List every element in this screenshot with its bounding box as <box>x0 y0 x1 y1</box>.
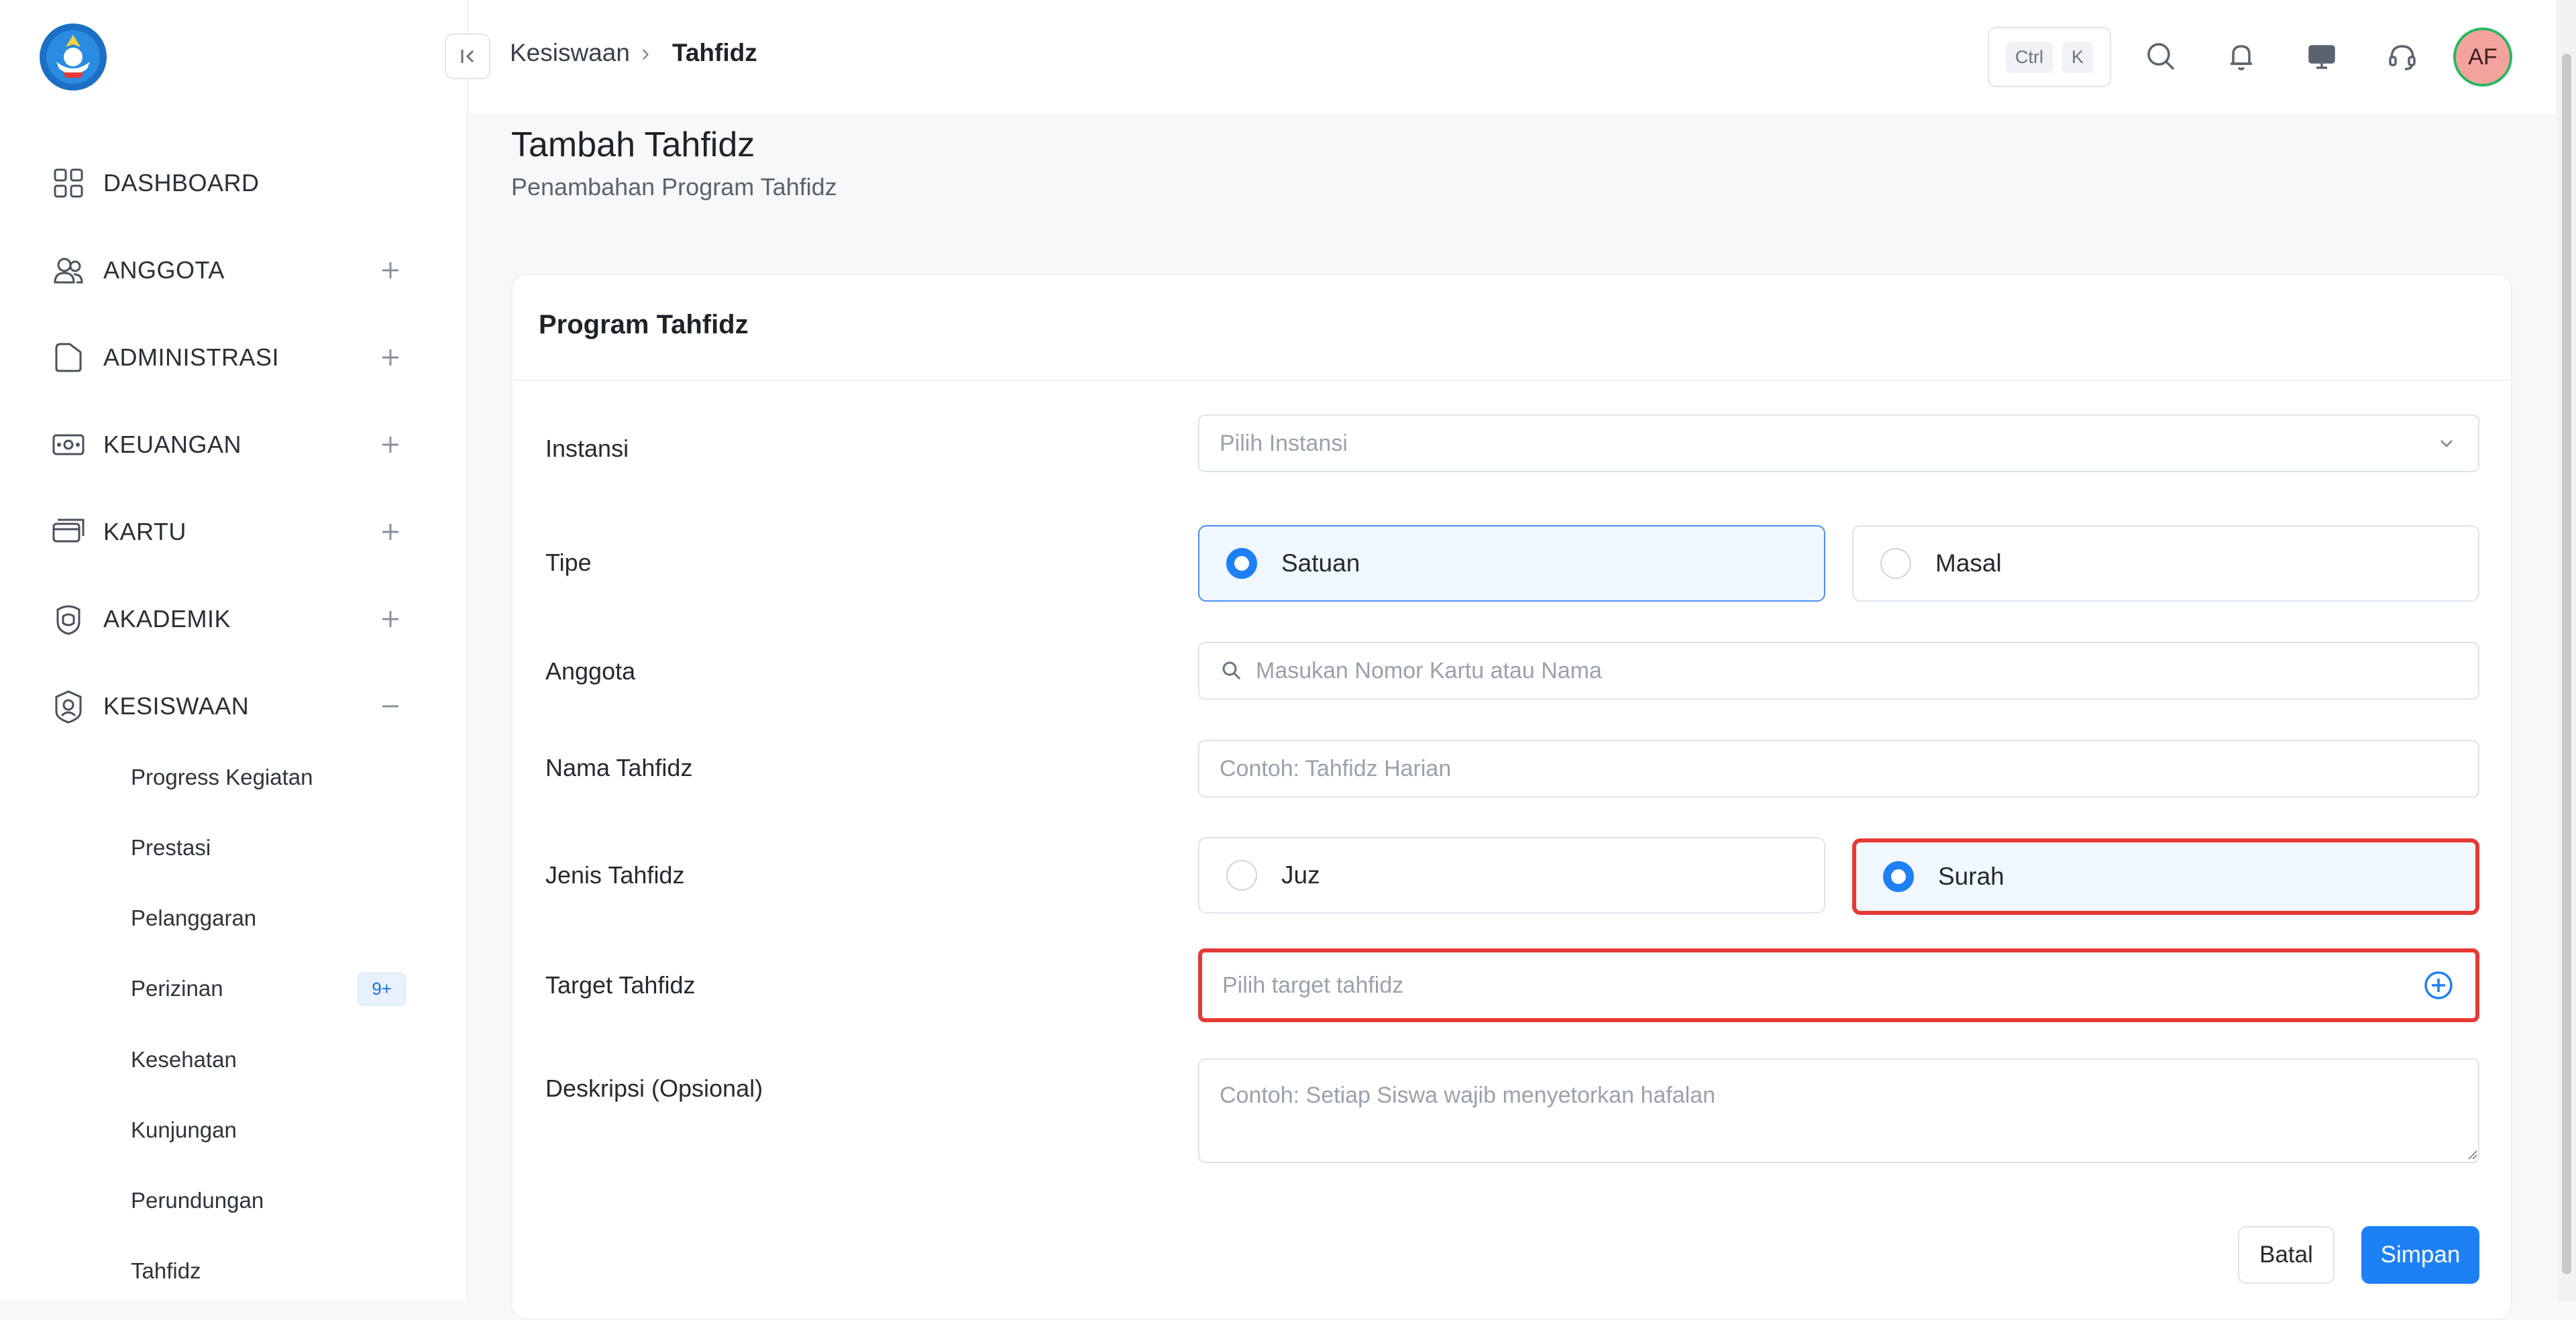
sub-item-label: Kunjungan <box>131 1117 237 1142</box>
instansi-select[interactable]: Pilih Instansi <box>1198 415 2479 472</box>
nav-label: KEUANGAN <box>103 431 242 458</box>
nav-dashboard[interactable]: DASHBOARD <box>50 153 412 213</box>
card-title: Program Tahfidz <box>539 310 749 339</box>
target-placeholder: Pilih target tahfidz <box>1222 972 1404 998</box>
plus-icon[interactable] <box>377 518 404 545</box>
collapse-sidebar-button[interactable] <box>445 34 490 79</box>
sidebar: DASHBOARD ANGGOTA ADMINISTRASI KEUANGAN … <box>0 0 468 1301</box>
anggota-placeholder: Masukan Nomor Kartu atau Nama <box>1256 657 1602 683</box>
plus-icon[interactable] <box>377 431 404 458</box>
tipe-option-satuan[interactable]: Satuan <box>1198 525 1825 602</box>
sub-item-label: Pelanggaran <box>131 905 257 930</box>
jenis-option-surah[interactable]: Surah <box>1852 838 2479 915</box>
notification-badge: 9+ <box>358 972 406 1005</box>
breadcrumb-separator: › <box>641 39 650 66</box>
sub-item-label: Prestasi <box>131 835 211 860</box>
plus-icon[interactable] <box>377 606 404 632</box>
command-shortcut-button[interactable]: Ctrl K <box>1988 27 2111 87</box>
option-label: Surah <box>1938 863 2004 890</box>
scrollbar-thumb[interactable] <box>2562 54 2571 1274</box>
instansi-placeholder: Pilih Instansi <box>1220 430 1348 456</box>
money-icon <box>50 426 87 463</box>
option-label: Juz <box>1281 861 1320 889</box>
nav-kesiswaan[interactable]: KESISWAAN <box>50 676 412 736</box>
tipe-label: Tipe <box>545 549 592 576</box>
users-icon <box>50 252 87 289</box>
card-icon <box>50 513 87 551</box>
user-avatar[interactable]: AF <box>2453 28 2512 87</box>
card-divider <box>513 380 2511 381</box>
grid-icon <box>50 164 87 202</box>
chevron-down-icon <box>2435 432 2458 455</box>
save-button[interactable]: Simpan <box>2361 1226 2479 1284</box>
target-tahfidz-label: Target Tahfidz <box>545 971 696 999</box>
app-logo-icon[interactable] <box>36 20 110 94</box>
nav-akademik[interactable]: AKADEMIK <box>50 589 412 649</box>
nama-placeholder: Contoh: Tahfidz Harian <box>1220 755 1452 781</box>
plus-icon[interactable] <box>377 344 404 371</box>
jenis-tahfidz-label: Jenis Tahfidz <box>545 861 685 889</box>
kbd-k: K <box>2061 41 2093 73</box>
radio-checked-icon <box>1226 548 1257 579</box>
plus-icon[interactable] <box>377 257 404 284</box>
option-label: Masal <box>1935 549 2002 577</box>
nav-label: ANGGOTA <box>103 256 225 284</box>
radio-checked-icon <box>1883 861 1914 892</box>
page-title: Tambah Tahfidz <box>511 125 755 164</box>
nav-label: DASHBOARD <box>103 169 260 197</box>
page-subtitle: Penambahan Program Tahfidz <box>511 173 837 201</box>
sub-item-perundungan[interactable]: Perundungan <box>131 1177 406 1224</box>
minus-icon[interactable] <box>377 693 404 720</box>
kbd-ctrl: Ctrl <box>2005 41 2053 73</box>
sub-item-label: Progress Kegiatan <box>131 765 313 789</box>
nama-tahfidz-input[interactable]: Contoh: Tahfidz Harian <box>1198 740 2479 798</box>
sub-item-tahfidz[interactable]: Tahfidz <box>131 1248 406 1295</box>
folder-icon <box>50 339 87 376</box>
jenis-option-juz[interactable]: Juz <box>1198 837 1825 914</box>
sub-item-kesehatan[interactable]: Kesehatan <box>131 1036 406 1083</box>
student-badge-icon <box>50 688 87 725</box>
nama-tahfidz-label: Nama Tahfidz <box>545 754 693 781</box>
monitor-icon[interactable] <box>2302 37 2342 77</box>
nav-label: ADMINISTRASI <box>103 343 280 371</box>
resize-handle-icon[interactable] <box>2466 1148 2478 1160</box>
sub-item-label: Perundungan <box>131 1188 264 1213</box>
search-icon[interactable] <box>2141 37 2182 77</box>
academic-icon <box>50 600 87 638</box>
add-circle-icon[interactable] <box>2422 969 2455 1002</box>
deskripsi-placeholder: Contoh: Setiap Siswa wajib menyetorkan h… <box>1220 1083 1715 1108</box>
sub-item-label: Perizinan <box>131 976 223 1001</box>
nav-label: AKADEMIK <box>103 605 231 632</box>
tipe-option-masal[interactable]: Masal <box>1852 525 2479 602</box>
nav-administrasi[interactable]: ADMINISTRASI <box>50 327 412 388</box>
sub-item-progress-kegiatan[interactable]: Progress Kegiatan <box>131 754 406 801</box>
sub-item-prestasi[interactable]: Prestasi <box>131 824 406 871</box>
instansi-label: Instansi <box>545 435 629 462</box>
nav-label: KESISWAAN <box>103 692 250 720</box>
anggota-search-input[interactable]: Masukan Nomor Kartu atau Nama <box>1198 642 2479 700</box>
deskripsi-label: Deskripsi (Opsional) <box>545 1075 763 1102</box>
target-tahfidz-picker[interactable]: Pilih target tahfidz <box>1198 948 2479 1022</box>
deskripsi-textarea[interactable]: Contoh: Setiap Siswa wajib menyetorkan h… <box>1198 1058 2479 1163</box>
headset-icon[interactable] <box>2382 37 2422 77</box>
sub-item-kunjungan[interactable]: Kunjungan <box>131 1107 406 1154</box>
breadcrumb-parent[interactable]: Kesiswaan <box>510 39 630 67</box>
sub-item-perizinan[interactable]: Perizinan 9+ <box>131 965 406 1012</box>
nav-keuangan[interactable]: KEUANGAN <box>50 415 412 475</box>
nav-kartu[interactable]: KARTU <box>50 502 412 562</box>
option-label: Satuan <box>1281 549 1360 577</box>
sub-item-label: Kesehatan <box>131 1047 237 1072</box>
cancel-button[interactable]: Batal <box>2238 1226 2334 1284</box>
search-icon <box>1220 659 1244 683</box>
nav-label: KARTU <box>103 518 186 545</box>
bell-icon[interactable] <box>2221 37 2261 77</box>
collapse-left-icon <box>455 44 480 68</box>
anggota-label: Anggota <box>545 657 636 685</box>
sub-item-label: Tahfidz <box>131 1258 201 1283</box>
radio-unchecked-icon <box>1880 548 1911 579</box>
nav-anggota[interactable]: ANGGOTA <box>50 240 412 300</box>
sub-item-pelanggaran[interactable]: Pelanggaran <box>131 895 406 942</box>
breadcrumb-current: Tahfidz <box>672 39 757 66</box>
radio-unchecked-icon <box>1226 860 1257 891</box>
